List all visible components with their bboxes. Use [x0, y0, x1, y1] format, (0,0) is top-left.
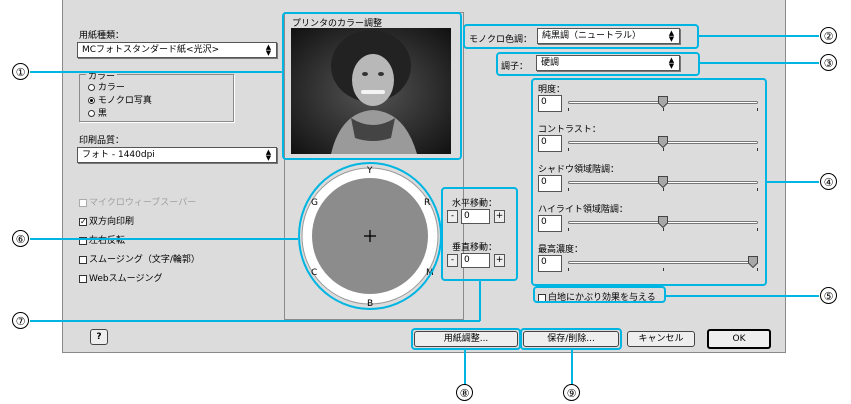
leader-line-3 — [700, 62, 819, 64]
print-quality-label: 印刷品質： — [79, 136, 125, 146]
highlight-box-7 — [441, 187, 518, 281]
highlight-box-2 — [463, 24, 699, 49]
paper-type-select[interactable]: MCフォトスタンダード紙<光沢> ▲ ▼ — [77, 42, 277, 58]
radio-color-label: カラー — [97, 83, 125, 93]
callout-4: ④ — [820, 173, 837, 190]
leader-line-4 — [767, 181, 819, 183]
radio-mono-photo[interactable]: モノクロ写真 — [88, 93, 152, 106]
highlight-box-9 — [520, 328, 622, 350]
checkbox-web-smoothing[interactable]: Webスムージング — [79, 271, 162, 284]
leader-line-5 — [666, 295, 819, 297]
leader-line-6 — [30, 238, 298, 240]
callout-2: ② — [820, 27, 837, 44]
checkbox-bidirectional-box[interactable]: ✓ — [79, 217, 87, 226]
checkbox-bidirectional-label: 双方向印刷 — [89, 217, 135, 227]
leader-line-9 — [571, 350, 573, 384]
radio-black[interactable]: 黒 — [88, 106, 107, 119]
checkbox-smoothing-label: スムージング（文字/輪郭） — [89, 255, 200, 265]
callout-8: ⑧ — [456, 384, 473, 401]
highlight-box-8 — [411, 328, 521, 350]
ok-button[interactable]: OK — [707, 329, 771, 349]
leader-line-2 — [699, 35, 819, 37]
callout-1: ① — [12, 63, 29, 80]
leader-line-1 — [30, 71, 282, 73]
checkbox-smoothing[interactable]: スムージング（文字/輪郭） — [79, 252, 200, 265]
radio-mono-photo-label: モノクロ写真 — [97, 96, 152, 106]
radio-color-button[interactable] — [88, 84, 95, 91]
callout-3: ③ — [820, 54, 837, 71]
help-button[interactable]: ? — [90, 329, 108, 345]
leader-line-8 — [464, 350, 466, 384]
radio-mono-photo-button[interactable] — [88, 97, 95, 104]
highlight-box-5 — [533, 286, 666, 303]
print-quality-select[interactable]: フォト - 1440dpi ▲ ▼ — [77, 147, 277, 163]
paper-type-label: 用紙種類： — [79, 31, 125, 41]
leader-line-7-v — [479, 281, 481, 321]
checkbox-smoothing-box[interactable] — [79, 255, 87, 264]
radio-black-label: 黒 — [97, 109, 107, 119]
callout-7: ⑦ — [12, 312, 29, 329]
checkbox-web-smoothing-label: Webスムージング — [89, 274, 163, 284]
checkbox-bidirectional[interactable]: ✓ 双方向印刷 — [79, 214, 134, 227]
callout-9: ⑨ — [563, 384, 580, 401]
highlight-box-6 — [298, 162, 442, 310]
checkbox-microweave-label: マイクロウィーブスーパー — [89, 198, 197, 208]
select-arrows-icon: ▲ ▼ — [265, 43, 272, 57]
select-arrows-icon: ▲ ▼ — [265, 148, 272, 162]
checkbox-microweave-box[interactable] — [79, 198, 87, 207]
leader-line-7-h — [30, 320, 480, 322]
callout-6: ⑥ — [12, 230, 29, 247]
highlight-box-1 — [282, 12, 462, 160]
cancel-button[interactable]: キャンセル — [627, 331, 695, 347]
radio-black-button[interactable] — [88, 110, 95, 117]
highlight-box-4 — [531, 78, 767, 286]
print-quality-value: フォト - 1440dpi — [82, 150, 155, 160]
checkbox-microweave[interactable]: マイクロウィーブスーパー — [79, 195, 196, 208]
highlight-box-3 — [496, 52, 700, 76]
paper-type-value: MCフォトスタンダード紙<光沢> — [82, 45, 220, 55]
checkbox-web-smoothing-box[interactable] — [79, 274, 87, 283]
radio-color[interactable]: カラー — [88, 80, 125, 93]
callout-5: ⑤ — [820, 287, 837, 304]
